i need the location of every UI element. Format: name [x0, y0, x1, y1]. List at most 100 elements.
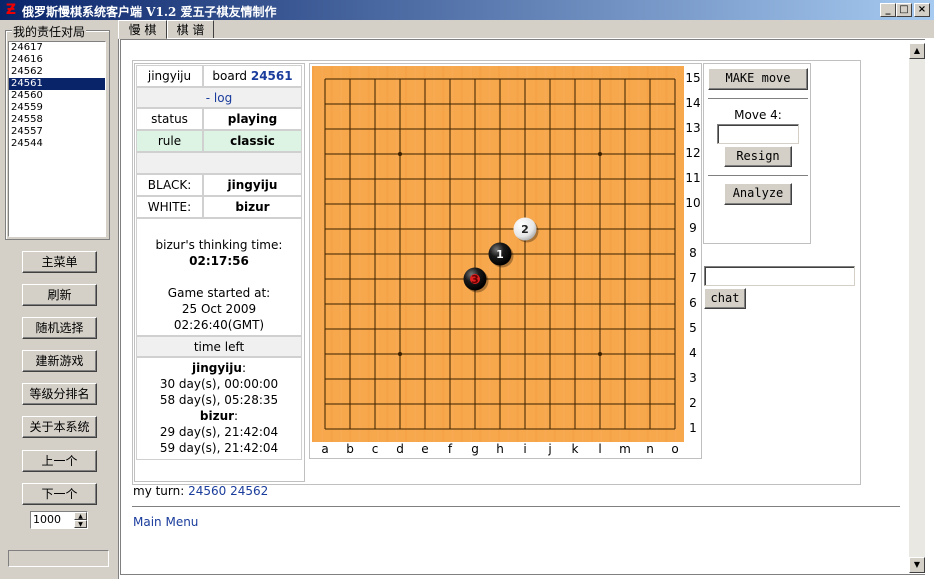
- p2-time-1: 29 day(s), 21:42:04: [159, 425, 279, 439]
- column-label: j: [548, 442, 552, 456]
- player-name: jingyiju: [136, 65, 203, 87]
- random-select-button[interactable]: 随机选择: [22, 317, 97, 339]
- status-label: status: [136, 108, 203, 130]
- time-left-label: time left: [136, 336, 302, 357]
- spinner-down-icon[interactable]: ▼: [74, 520, 87, 528]
- p2-time-2: 59 day(s), 21:42:04: [159, 441, 279, 455]
- about-button[interactable]: 关于本系统: [22, 416, 97, 438]
- log-link[interactable]: - log: [136, 87, 302, 108]
- spinner-value[interactable]: 1000: [33, 513, 61, 526]
- star-point: [598, 152, 602, 156]
- chat-input[interactable]: [704, 266, 855, 286]
- interval-spinner[interactable]: 1000 ▲ ▼: [30, 511, 88, 529]
- my-turn-game-link[interactable]: 24560: [188, 484, 226, 498]
- my-turn-line: my turn: 24560 24562: [133, 484, 268, 498]
- my-turn-game-link[interactable]: 24562: [230, 484, 268, 498]
- white-label: WHITE:: [136, 196, 203, 218]
- timing-info: bizur's thinking time: 02:17:56 Game sta…: [136, 218, 302, 336]
- rule-value: classic: [203, 130, 302, 152]
- black-player: jingyiju: [203, 174, 302, 196]
- row-label: 7: [689, 271, 697, 285]
- list-item[interactable]: 24557: [9, 126, 105, 138]
- refresh-button[interactable]: 刷新: [22, 284, 97, 306]
- p1-time-2: 58 day(s), 05:28:35: [159, 393, 279, 407]
- spinner-up-icon[interactable]: ▲: [74, 512, 87, 520]
- row-label: 15: [685, 71, 701, 85]
- game-info-panel: jingyiju board 24561 - log status playin…: [134, 63, 305, 482]
- list-item[interactable]: 24560: [9, 90, 105, 102]
- tab-slow-game[interactable]: 慢 棋: [118, 20, 167, 39]
- app-icon: Ƶ: [5, 2, 17, 18]
- analyze-button[interactable]: Analyze: [724, 183, 792, 205]
- p2-name: bizur: [199, 409, 235, 423]
- close-button[interactable]: ×: [914, 3, 930, 17]
- list-item[interactable]: 24544: [9, 138, 105, 150]
- list-item[interactable]: 24616: [9, 54, 105, 66]
- started-value: 25 Oct 2009 02:26:40(GMT): [173, 302, 265, 332]
- list-item[interactable]: 24561: [9, 78, 105, 90]
- my-games-title: 我的责任对局: [12, 23, 87, 40]
- list-item[interactable]: 24617: [9, 42, 105, 54]
- board-number: 24561: [250, 69, 293, 83]
- move-label: Move 4:: [734, 108, 782, 122]
- games-list[interactable]: 24617 24616 24562 24561 24560 24559 24558 24557…: [8, 41, 106, 237]
- row-label: 10: [685, 196, 701, 210]
- list-item[interactable]: 24562: [9, 66, 105, 78]
- maximize-button[interactable]: □: [896, 3, 912, 17]
- go-board[interactable]: 2 1 3: [312, 66, 684, 442]
- minimize-button[interactable]: _: [880, 3, 896, 17]
- scroll-up-icon[interactable]: ▲: [909, 43, 925, 59]
- divider: [132, 506, 900, 507]
- list-item[interactable]: 24559: [9, 102, 105, 114]
- new-game-button[interactable]: 建新游戏: [22, 350, 97, 372]
- board-grid[interactable]: 2 1 3: [312, 66, 684, 442]
- black-stone: 3: [463, 267, 489, 293]
- rating-rank-button[interactable]: 等级分排名: [22, 383, 97, 405]
- tab-game-record[interactable]: 棋 谱: [167, 20, 214, 39]
- star-point: [598, 352, 602, 356]
- previous-button[interactable]: 上一个: [22, 450, 97, 472]
- make-move-button[interactable]: MAKE move: [708, 68, 808, 90]
- resign-button[interactable]: Resign: [724, 146, 792, 167]
- column-label: n: [646, 442, 654, 456]
- scroll-down-icon[interactable]: ▼: [909, 557, 925, 573]
- my-turn-label: my turn:: [133, 484, 185, 498]
- column-label: c: [371, 442, 379, 456]
- started-label: Game started at:: [167, 286, 271, 300]
- main-menu-link[interactable]: Main Menu: [133, 515, 198, 529]
- column-label: e: [421, 442, 429, 456]
- p1-time-1: 30 day(s), 00:00:00: [159, 377, 279, 391]
- row-label: 3: [689, 371, 697, 385]
- p2-colon: :: [234, 409, 239, 423]
- stone-label: 3: [471, 273, 479, 286]
- main-menu-button[interactable]: 主菜单: [22, 251, 97, 273]
- row-label: 13: [685, 121, 701, 135]
- rule-label: rule: [136, 130, 203, 152]
- row-label: 9: [689, 221, 697, 235]
- separator: [708, 98, 808, 100]
- column-label: h: [496, 442, 504, 456]
- chat-button[interactable]: chat: [704, 288, 746, 309]
- row-label: 12: [685, 146, 701, 160]
- left-status-bar: [8, 550, 109, 567]
- move-input[interactable]: [717, 124, 799, 144]
- list-item[interactable]: 24558: [9, 114, 105, 126]
- vertical-scrollbar[interactable]: ▲ ▼: [909, 43, 925, 573]
- board-label-cell: board 24561: [203, 65, 302, 87]
- wood-grain: [312, 66, 314, 442]
- wood-grain: [321, 66, 324, 442]
- board-label: board: [212, 69, 248, 83]
- column-label: a: [321, 442, 329, 456]
- row-label: 4: [689, 346, 697, 360]
- column-label: k: [571, 442, 579, 456]
- status-value: playing: [203, 108, 302, 130]
- column-label: m: [619, 442, 631, 456]
- window-title: 俄罗斯慢棋系统客户端 V1.2 爱五子棋友情制作: [22, 5, 277, 19]
- column-label: d: [396, 442, 404, 456]
- white-player: bizur: [203, 196, 302, 218]
- next-button[interactable]: 下一个: [22, 483, 97, 505]
- column-label: i: [523, 442, 527, 456]
- column-label: l: [598, 442, 602, 456]
- row-label: 5: [689, 321, 697, 335]
- black-stone: 1: [488, 242, 514, 268]
